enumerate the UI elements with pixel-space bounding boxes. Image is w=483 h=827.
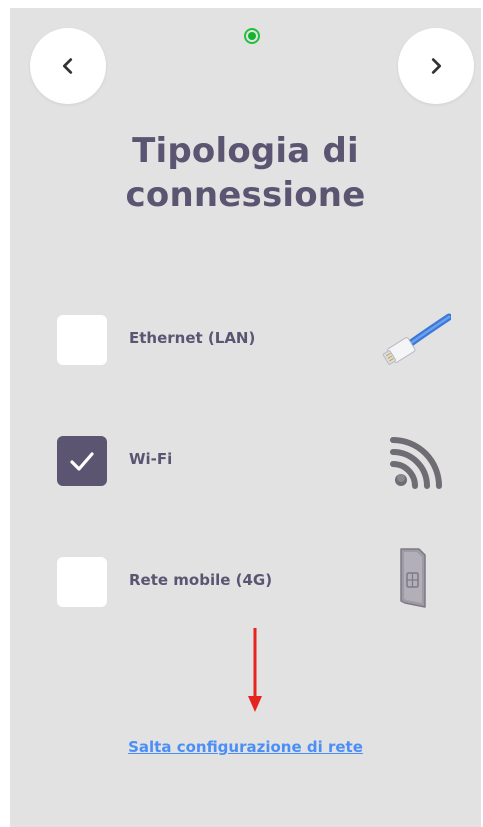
next-button[interactable]: [398, 28, 474, 104]
checkmark-icon: [70, 452, 94, 471]
option-wifi-label: Wi-Fi: [129, 450, 173, 468]
ethernet-cable-icon: [382, 313, 451, 365]
sim-card-icon: [400, 548, 426, 608]
skip-network-config-link[interactable]: Salta configurazione di rete: [10, 738, 481, 756]
option-mobile-label: Rete mobile (4G): [129, 571, 273, 589]
back-button[interactable]: [30, 28, 106, 104]
chevron-right-icon: [431, 58, 442, 74]
option-wifi[interactable]: Wi-Fi: [57, 436, 457, 489]
chevron-left-icon: [62, 58, 73, 74]
page-title-line-1: Tipologia di: [132, 131, 359, 171]
page-title-line-2: connessione: [125, 175, 366, 215]
page-title: Tipologia di connessione: [10, 129, 481, 217]
option-ethernet-label: Ethernet (LAN): [129, 329, 256, 347]
mobile-checkbox[interactable]: [57, 557, 107, 607]
arrow-down-icon: [248, 628, 262, 712]
wifi-checkbox[interactable]: [57, 436, 107, 486]
wifi-icon: [390, 437, 442, 489]
option-mobile[interactable]: Rete mobile (4G): [57, 548, 457, 609]
status-indicator: [244, 28, 260, 44]
network-type-screen: Tipologia di connessione Ethernet (LAN) …: [10, 8, 481, 827]
option-ethernet[interactable]: Ethernet (LAN): [57, 313, 457, 367]
ethernet-checkbox[interactable]: [57, 315, 107, 365]
